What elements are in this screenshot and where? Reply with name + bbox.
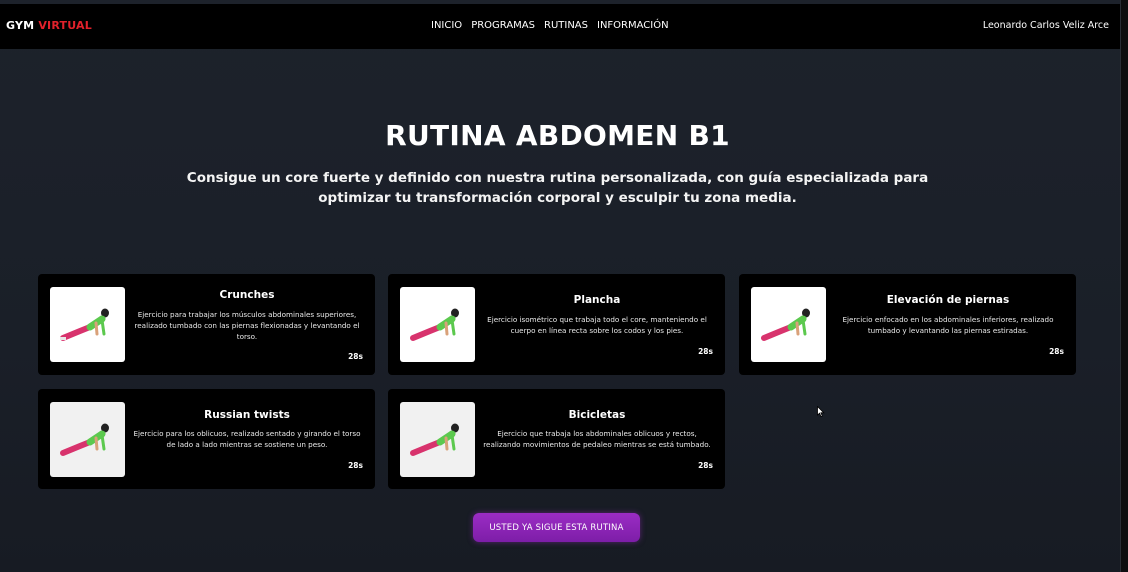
exercise-description: Ejercicio para los oblicuos, realizado s…: [133, 429, 361, 449]
page-subtitle: Consigue un core fuerte y definido con n…: [186, 170, 929, 206]
brand-text-virtual: VIRTUAL: [38, 19, 92, 32]
exercise-card[interactable]: Crunches Ejercicio para trabajar los mús…: [38, 274, 375, 375]
exercise-title: Bicicletas: [568, 409, 626, 421]
exercise-title: Russian twists: [204, 409, 290, 421]
brand-text-gym: GYM: [6, 19, 35, 32]
plank-figure-icon: [50, 402, 125, 477]
follow-routine-button[interactable]: USTED YA SIGUE ESTA RUTINA: [473, 513, 640, 542]
mouse-cursor-icon: [817, 403, 825, 422]
exercise-card[interactable]: Bicicletas Ejercicio que trabaja los abd…: [388, 389, 725, 489]
exercise-card[interactable]: Elevación de piernas Ejercicio enfocado …: [739, 274, 1076, 375]
exercise-card-body: Crunches Ejercicio para trabajar los mús…: [131, 274, 363, 375]
top-navbar: GYM VIRTUAL INICIO PROGRAMAS RUTINAS INF…: [0, 4, 1120, 49]
exercise-card[interactable]: Russian twists Ejercicio para los oblicu…: [38, 389, 375, 489]
exercise-duration: 28s: [698, 347, 713, 356]
exercise-description: Ejercicio que trabaja los abdominales ob…: [483, 429, 711, 449]
exercise-description: Ejercicio isométrico que trabaja todo el…: [487, 315, 707, 335]
plank-figure-icon: [751, 287, 826, 362]
nav-menu: INICIO PROGRAMAS RUTINAS INFORMACIÓN: [431, 20, 669, 31]
nav-link-informacion[interactable]: INFORMACIÓN: [597, 20, 669, 31]
exercise-title: Crunches: [219, 289, 275, 301]
exercise-card[interactable]: Plancha Ejercicio isométrico que trabaja…: [388, 274, 725, 375]
nav-link-programas[interactable]: PROGRAMAS: [471, 20, 535, 31]
exercise-card-body: Plancha Ejercicio isométrico que trabaja…: [481, 274, 713, 375]
plank-figure-icon: [50, 287, 125, 362]
page: GYM VIRTUAL INICIO PROGRAMAS RUTINAS INF…: [0, 0, 1121, 572]
user-name[interactable]: Leonardo Carlos Veliz Arce: [983, 20, 1109, 31]
exercise-title: Elevación de piernas: [886, 294, 1010, 306]
plank-figure-icon: [400, 287, 475, 362]
page-title: RUTINA ABDOMEN B1: [385, 119, 730, 152]
exercise-card-body: Bicicletas Ejercicio que trabaja los abd…: [481, 389, 713, 489]
exercise-duration: 28s: [348, 352, 363, 361]
exercise-description: Ejercicio para trabajar los músculos abd…: [134, 310, 360, 341]
exercise-duration: 28s: [698, 461, 713, 470]
nav-link-rutinas[interactable]: RUTINAS: [544, 20, 588, 31]
exercise-description: Ejercicio enfocado en los abdominales in…: [842, 315, 1054, 335]
exercise-duration: 28s: [348, 461, 363, 470]
exercise-card-body: Russian twists Ejercicio para los oblicu…: [131, 389, 363, 489]
plank-figure-icon: [400, 402, 475, 477]
brand-logo[interactable]: GYM VIRTUAL: [6, 19, 92, 32]
nav-link-inicio[interactable]: INICIO: [431, 20, 462, 31]
exercise-card-body: Elevación de piernas Ejercicio enfocado …: [832, 274, 1064, 375]
exercise-duration: 28s: [1049, 347, 1064, 356]
exercise-title: Plancha: [573, 294, 621, 306]
